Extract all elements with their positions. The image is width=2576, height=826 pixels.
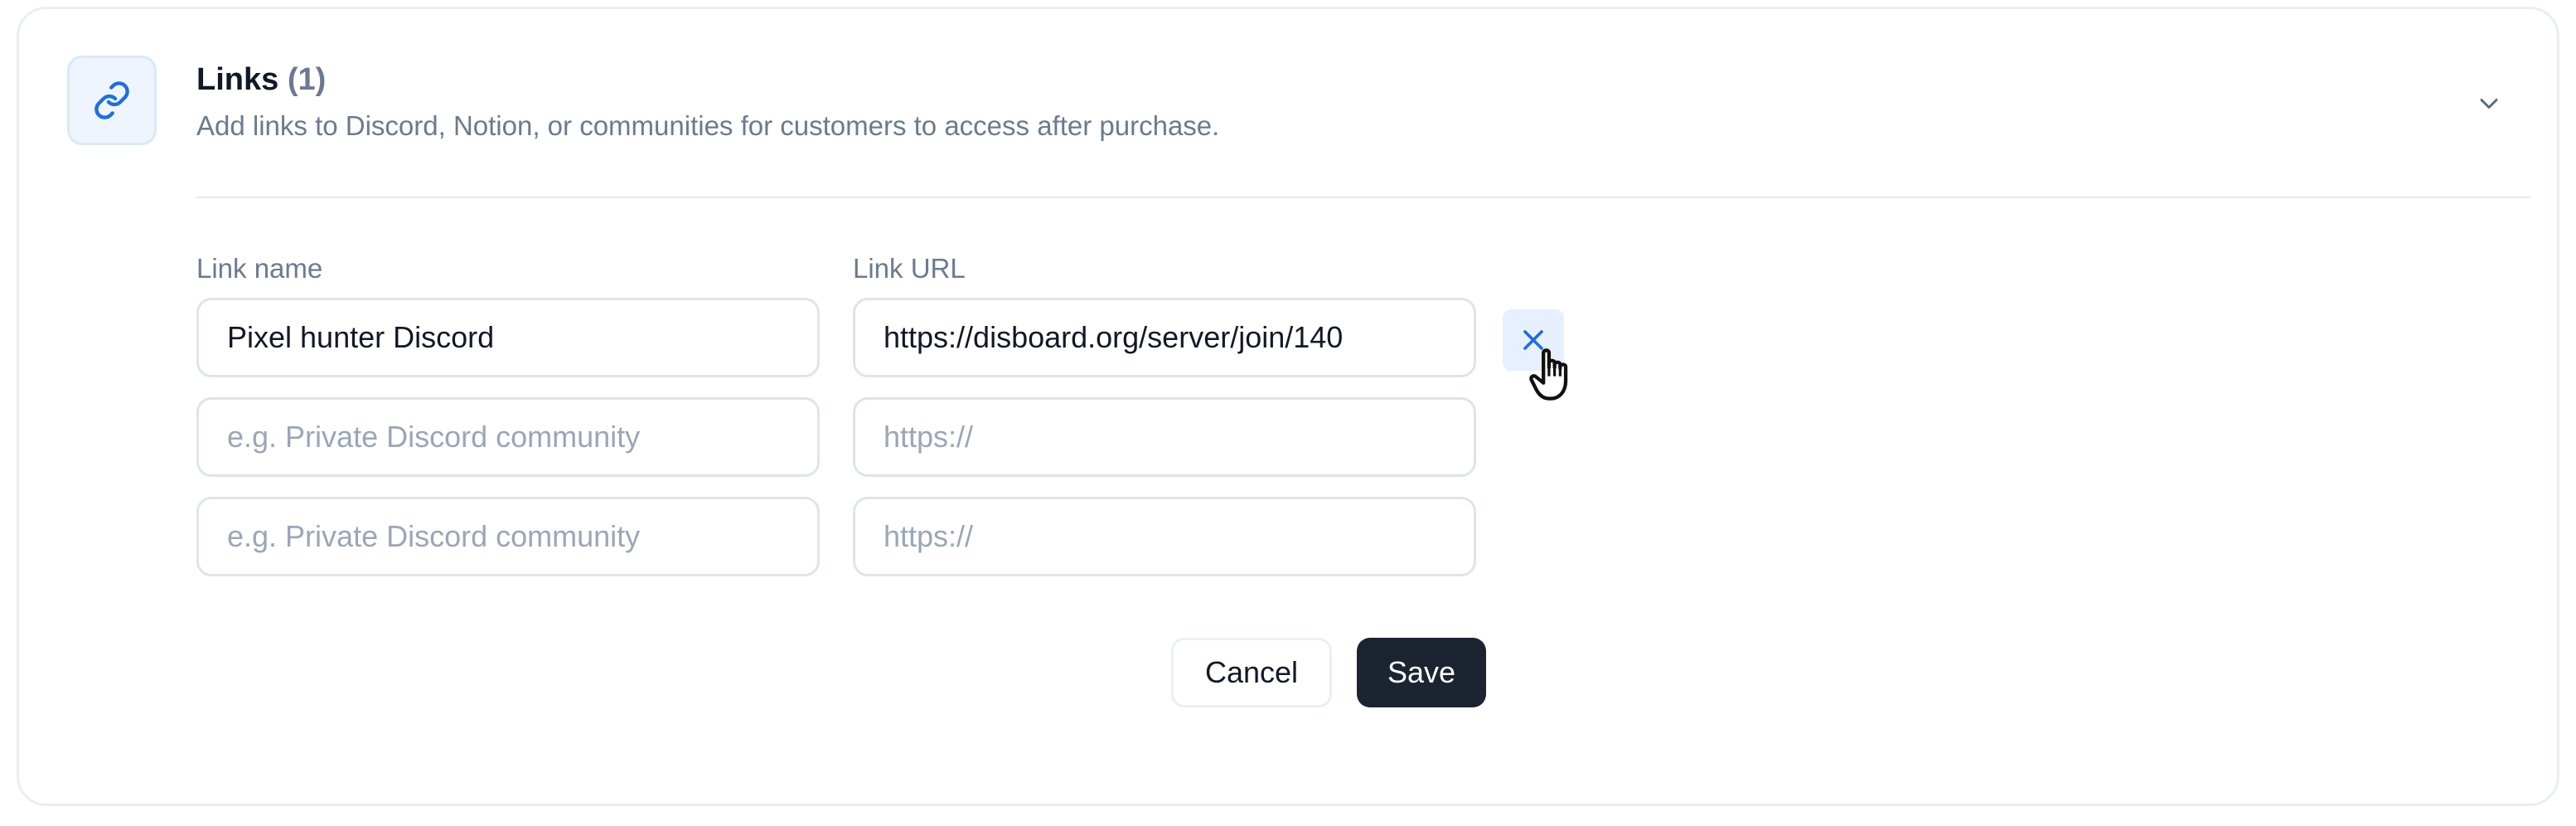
links-count: (1): [287, 62, 327, 97]
link-name-input-2[interactable]: [196, 397, 820, 477]
section-subtitle: Add links to Discord, Notion, or communi…: [196, 110, 1220, 141]
collapse-toggle[interactable]: [2472, 87, 2506, 120]
chevron-down-icon: [2480, 99, 2498, 109]
link-name-label: Link name: [196, 253, 323, 284]
link-icon-badge: [67, 56, 157, 145]
link-name-input-1[interactable]: [196, 298, 820, 377]
hand-cursor-icon: [1529, 348, 1568, 401]
link-url-input-3[interactable]: [853, 497, 1476, 576]
link-name-input-3[interactable]: [196, 497, 820, 576]
link-url-input-1[interactable]: [853, 298, 1476, 377]
section-title-text: Links: [196, 62, 279, 97]
save-button[interactable]: Save: [1357, 638, 1486, 707]
section-title: Links (1): [196, 62, 326, 98]
link-url-label: Link URL: [853, 253, 966, 284]
links-section-card: Links (1) Add links to Discord, Notion, …: [17, 7, 2559, 806]
section-divider: [196, 197, 2530, 198]
cancel-button[interactable]: Cancel: [1171, 638, 1332, 707]
link-icon: [94, 81, 129, 119]
link-url-input-2[interactable]: [853, 397, 1476, 477]
